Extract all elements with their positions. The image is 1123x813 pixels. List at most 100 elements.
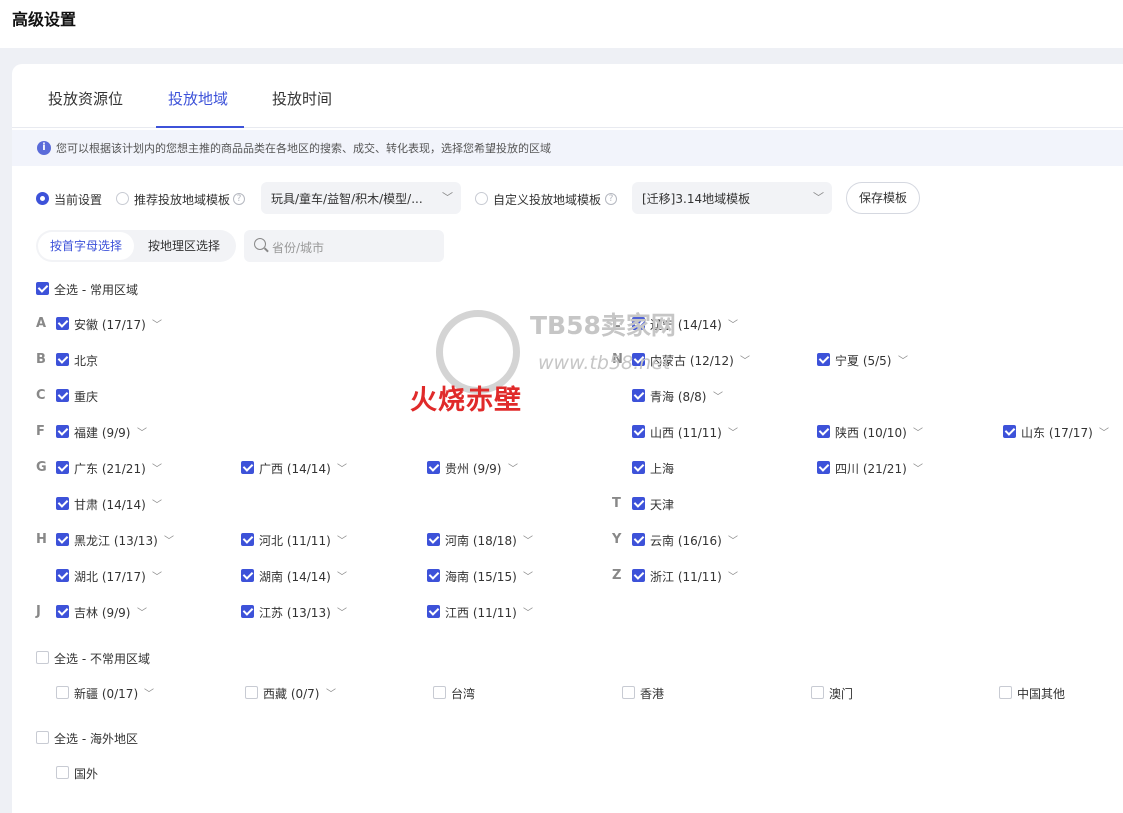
chevron-down-icon[interactable]: ﹀ bbox=[713, 388, 723, 403]
chevron-down-icon[interactable]: ﹀ bbox=[523, 604, 533, 619]
chevron-down-icon[interactable]: ﹀ bbox=[913, 424, 923, 439]
region-checkbox[interactable] bbox=[427, 605, 440, 618]
chevron-down-icon[interactable]: ﹀ bbox=[337, 604, 347, 619]
region-checkbox[interactable] bbox=[811, 686, 824, 699]
chevron-down-icon[interactable]: ﹀ bbox=[152, 496, 162, 511]
letter-label: T bbox=[612, 496, 621, 511]
letter-label: A bbox=[36, 316, 47, 331]
save-template-button[interactable]: 保存模板 bbox=[846, 182, 920, 214]
chevron-down-icon[interactable]: ﹀ bbox=[137, 604, 147, 619]
chevron-down-icon[interactable]: ﹀ bbox=[728, 424, 738, 439]
chevron-down-icon[interactable]: ﹀ bbox=[898, 352, 908, 367]
region-checkbox[interactable] bbox=[56, 766, 69, 779]
chevron-down-icon[interactable]: ﹀ bbox=[152, 460, 162, 475]
tab-region[interactable]: 投放地域 bbox=[168, 88, 228, 128]
letter-label: Z bbox=[612, 568, 622, 583]
chevron-down-icon[interactable]: ﹀ bbox=[508, 460, 518, 475]
chevron-down-icon[interactable]: ﹀ bbox=[1099, 424, 1109, 439]
region-checkbox[interactable] bbox=[427, 569, 440, 582]
letter-label: J bbox=[36, 604, 41, 619]
region-label: 江苏 (13/13) bbox=[259, 606, 331, 620]
chevron-down-icon[interactable]: ﹀ bbox=[326, 685, 336, 700]
tab-bar: 投放资源位 投放地域 投放时间 bbox=[12, 64, 1123, 128]
region-checkbox[interactable] bbox=[245, 686, 258, 699]
region-label: 广东 (21/21) bbox=[74, 462, 146, 476]
recommend-template-label: 推荐投放地域模板 bbox=[134, 193, 231, 207]
region-checkbox[interactable] bbox=[56, 605, 69, 618]
letter-label: C bbox=[36, 388, 46, 403]
geo-mode-button[interactable]: 按地理区选择 bbox=[136, 232, 232, 260]
chevron-down-icon[interactable]: ﹀ bbox=[152, 316, 162, 331]
chevron-down-icon[interactable]: ﹀ bbox=[144, 685, 154, 700]
region-checkbox[interactable] bbox=[632, 425, 645, 438]
region-checkbox[interactable] bbox=[56, 497, 69, 510]
recommend-template-select[interactable]: 玩具/童车/益智/积木/模型/... ﹀ bbox=[261, 182, 461, 214]
region-checkbox[interactable] bbox=[56, 425, 69, 438]
region-checkbox[interactable] bbox=[817, 461, 830, 474]
region-label: 新疆 (0/17) bbox=[74, 687, 139, 701]
region-checkbox[interactable] bbox=[56, 569, 69, 582]
chevron-down-icon[interactable]: ﹀ bbox=[337, 460, 347, 475]
region-label: 天津 bbox=[650, 498, 675, 512]
chevron-down-icon[interactable]: ﹀ bbox=[913, 460, 923, 475]
alpha-mode-button[interactable]: 按首字母选择 bbox=[38, 232, 135, 260]
custom-template-radio[interactable] bbox=[475, 192, 488, 205]
tab-time[interactable]: 投放时间 bbox=[272, 88, 332, 128]
chevron-down-icon[interactable]: ﹀ bbox=[740, 352, 750, 367]
custom-template-label: 自定义投放地域模板 bbox=[493, 193, 602, 207]
region-checkbox[interactable] bbox=[632, 533, 645, 546]
search-input[interactable]: 省份/城市 bbox=[272, 239, 324, 256]
region-checkbox[interactable] bbox=[241, 461, 254, 474]
current-setting-radio[interactable] bbox=[36, 192, 49, 205]
recommend-template-radio[interactable] bbox=[116, 192, 129, 205]
help-icon[interactable]: ? bbox=[233, 193, 245, 205]
region-checkbox[interactable] bbox=[56, 533, 69, 546]
region-checkbox[interactable] bbox=[1003, 425, 1016, 438]
chevron-down-icon[interactable]: ﹀ bbox=[137, 424, 147, 439]
region-checkbox[interactable] bbox=[241, 569, 254, 582]
select-all-uncommon-label: 全选 - 不常用区域 bbox=[54, 652, 150, 666]
region-checkbox[interactable] bbox=[56, 389, 69, 402]
region-label: 北京 bbox=[74, 354, 99, 368]
region-checkbox[interactable] bbox=[56, 461, 69, 474]
region-checkbox[interactable] bbox=[632, 569, 645, 582]
chevron-down-icon[interactable]: ﹀ bbox=[523, 568, 533, 583]
region-checkbox[interactable] bbox=[817, 425, 830, 438]
region-label: 浙江 (11/11) bbox=[650, 570, 722, 584]
select-all-common-checkbox[interactable] bbox=[36, 282, 49, 295]
region-checkbox[interactable] bbox=[56, 353, 69, 366]
select-all-overseas-checkbox[interactable] bbox=[36, 731, 49, 744]
info-icon: i bbox=[37, 141, 51, 155]
region-label: 河南 (18/18) bbox=[445, 534, 517, 548]
chevron-down-icon[interactable]: ﹀ bbox=[337, 532, 347, 547]
region-label: 安徽 (17/17) bbox=[74, 318, 146, 332]
chevron-down-icon[interactable]: ﹀ bbox=[728, 568, 738, 583]
custom-template-select[interactable]: [迁移]3.14地域模板 ﹀ bbox=[632, 182, 832, 214]
chevron-down-icon[interactable]: ﹀ bbox=[728, 316, 738, 331]
region-checkbox[interactable] bbox=[817, 353, 830, 366]
chevron-down-icon[interactable]: ﹀ bbox=[164, 532, 174, 547]
help-icon[interactable]: ? bbox=[605, 193, 617, 205]
region-checkbox[interactable] bbox=[427, 461, 440, 474]
chevron-down-icon[interactable]: ﹀ bbox=[728, 532, 738, 547]
select-all-uncommon-checkbox[interactable] bbox=[36, 651, 49, 664]
chevron-down-icon[interactable]: ﹀ bbox=[152, 568, 162, 583]
region-checkbox[interactable] bbox=[241, 533, 254, 546]
region-checkbox[interactable] bbox=[427, 533, 440, 546]
letter-label: Y bbox=[612, 532, 622, 547]
chevron-down-icon[interactable]: ﹀ bbox=[523, 532, 533, 547]
chevron-down-icon[interactable]: ﹀ bbox=[337, 568, 347, 583]
region-checkbox[interactable] bbox=[56, 317, 69, 330]
region-label: 广西 (14/14) bbox=[259, 462, 331, 476]
region-checkbox[interactable] bbox=[632, 497, 645, 510]
region-checkbox[interactable] bbox=[241, 605, 254, 618]
region-checkbox[interactable] bbox=[632, 389, 645, 402]
region-search[interactable]: 省份/城市 bbox=[244, 230, 444, 262]
region-checkbox[interactable] bbox=[433, 686, 446, 699]
region-checkbox[interactable] bbox=[56, 686, 69, 699]
region-checkbox[interactable] bbox=[999, 686, 1012, 699]
region-label: 上海 bbox=[650, 462, 675, 476]
tab-resource-position[interactable]: 投放资源位 bbox=[48, 88, 123, 128]
region-checkbox[interactable] bbox=[632, 461, 645, 474]
region-checkbox[interactable] bbox=[622, 686, 635, 699]
